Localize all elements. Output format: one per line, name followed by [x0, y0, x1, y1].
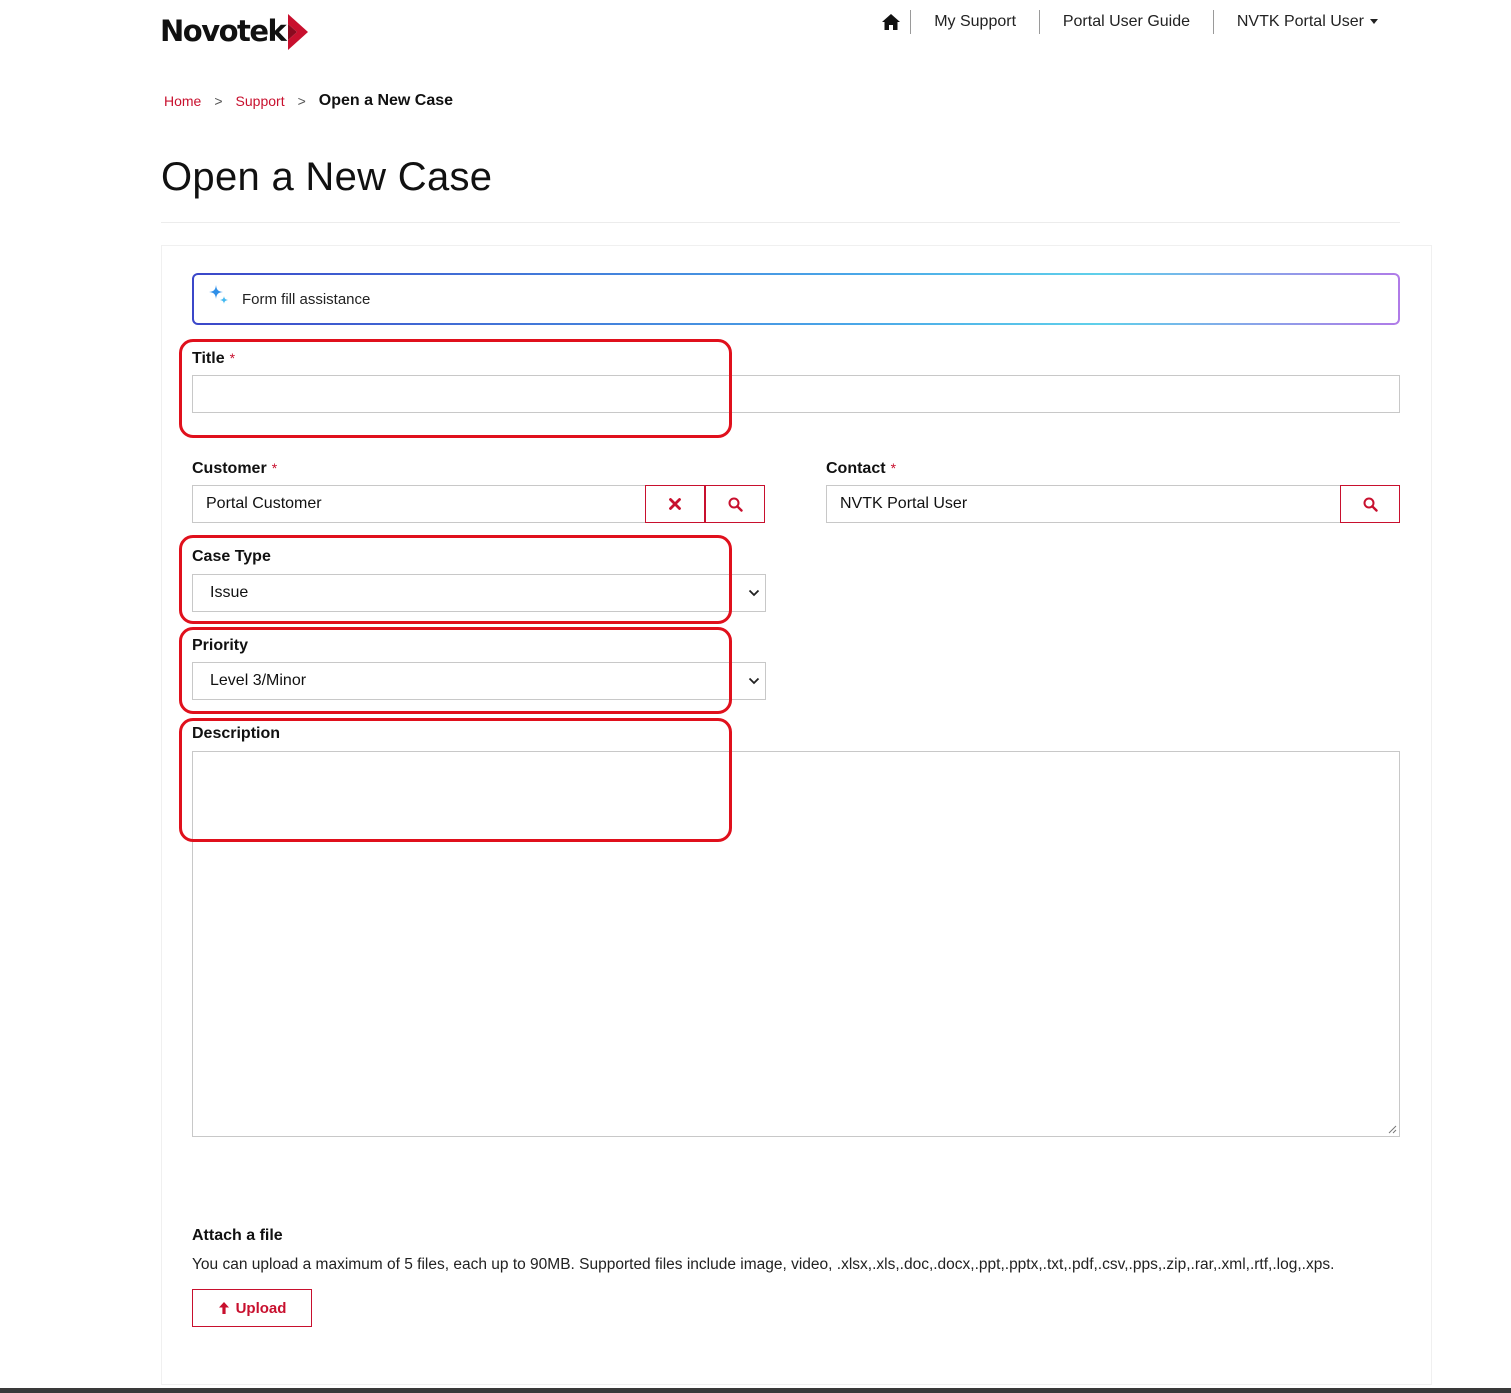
breadcrumb-separator: > — [297, 93, 306, 109]
search-icon — [1363, 497, 1378, 512]
novotek-logo[interactable]: Novotek — [160, 12, 309, 50]
logo-text: Novotek — [160, 14, 287, 48]
user-menu-label: NVTK Portal User — [1236, 13, 1364, 30]
customer-label-text: Customer — [192, 460, 267, 477]
top-navigation: My Support Portal User Guide NVTK Portal… — [872, 8, 1401, 36]
breadcrumb-support[interactable]: Support — [236, 93, 285, 109]
priority-label: Priority — [192, 637, 249, 654]
customer-label: Customer * — [192, 460, 277, 478]
form-fill-assistance-inner: Form fill assistance — [194, 275, 1398, 323]
chevron-down-icon — [748, 677, 760, 685]
priority-value: Level 3/Minor — [210, 672, 307, 689]
contact-label-text: Contact — [826, 460, 886, 477]
case-type-value: Issue — [210, 584, 249, 601]
title-label-text: Title — [192, 350, 225, 367]
customer-input[interactable]: Portal Customer — [192, 485, 647, 523]
search-customer-button[interactable] — [705, 485, 765, 523]
title-input[interactable] — [192, 375, 1400, 413]
form-fill-assistance-label: Form fill assistance — [242, 290, 371, 308]
upload-button[interactable]: Upload — [192, 1289, 312, 1327]
chevron-down-icon — [748, 589, 760, 597]
breadcrumb-home[interactable]: Home — [164, 93, 201, 109]
form-fill-assistance[interactable]: Form fill assistance — [192, 273, 1400, 325]
page-title: Open a New Case — [161, 155, 493, 199]
breadcrumb-current: Open a New Case — [318, 92, 454, 109]
caret-down-icon — [1369, 19, 1378, 25]
nav-my-support[interactable]: My Support — [911, 8, 1039, 36]
required-marker: * — [229, 350, 236, 366]
contact-input[interactable]: NVTK Portal User — [826, 485, 1341, 523]
breadcrumb: Home > Support > Open a New Case — [164, 92, 453, 110]
search-icon — [728, 497, 743, 512]
logo-chevron-icon — [288, 14, 309, 50]
priority-select[interactable]: Level 3/Minor — [192, 662, 766, 700]
window-bottom-edge — [0, 1388, 1511, 1393]
search-contact-button[interactable] — [1340, 485, 1400, 523]
title-label: Title * — [192, 350, 235, 368]
upload-button-label: Upload — [235, 1299, 287, 1317]
upload-arrow-icon — [218, 1302, 229, 1314]
description-label: Description — [192, 725, 281, 742]
sparkle-icon — [209, 285, 228, 304]
contact-label: Contact * — [826, 460, 896, 478]
resize-grip-icon[interactable] — [1388, 1125, 1397, 1134]
nav-home[interactable] — [872, 8, 910, 36]
clear-customer-button[interactable] — [645, 485, 705, 523]
case-type-select[interactable]: Issue — [192, 574, 766, 612]
required-marker: * — [890, 460, 897, 476]
close-icon — [669, 498, 681, 510]
attach-file-heading: Attach a file — [192, 1227, 283, 1244]
user-menu[interactable]: NVTK Portal User — [1214, 8, 1401, 36]
case-type-label: Case Type — [192, 548, 271, 565]
description-textarea[interactable] — [192, 751, 1400, 1137]
nav-portal-user-guide[interactable]: Portal User Guide — [1040, 8, 1213, 36]
attach-file-note: You can upload a maximum of 5 files, eac… — [192, 1256, 1335, 1273]
home-icon — [882, 14, 901, 30]
breadcrumb-separator: > — [214, 93, 223, 109]
title-divider — [161, 222, 1400, 223]
required-marker: * — [271, 460, 278, 476]
